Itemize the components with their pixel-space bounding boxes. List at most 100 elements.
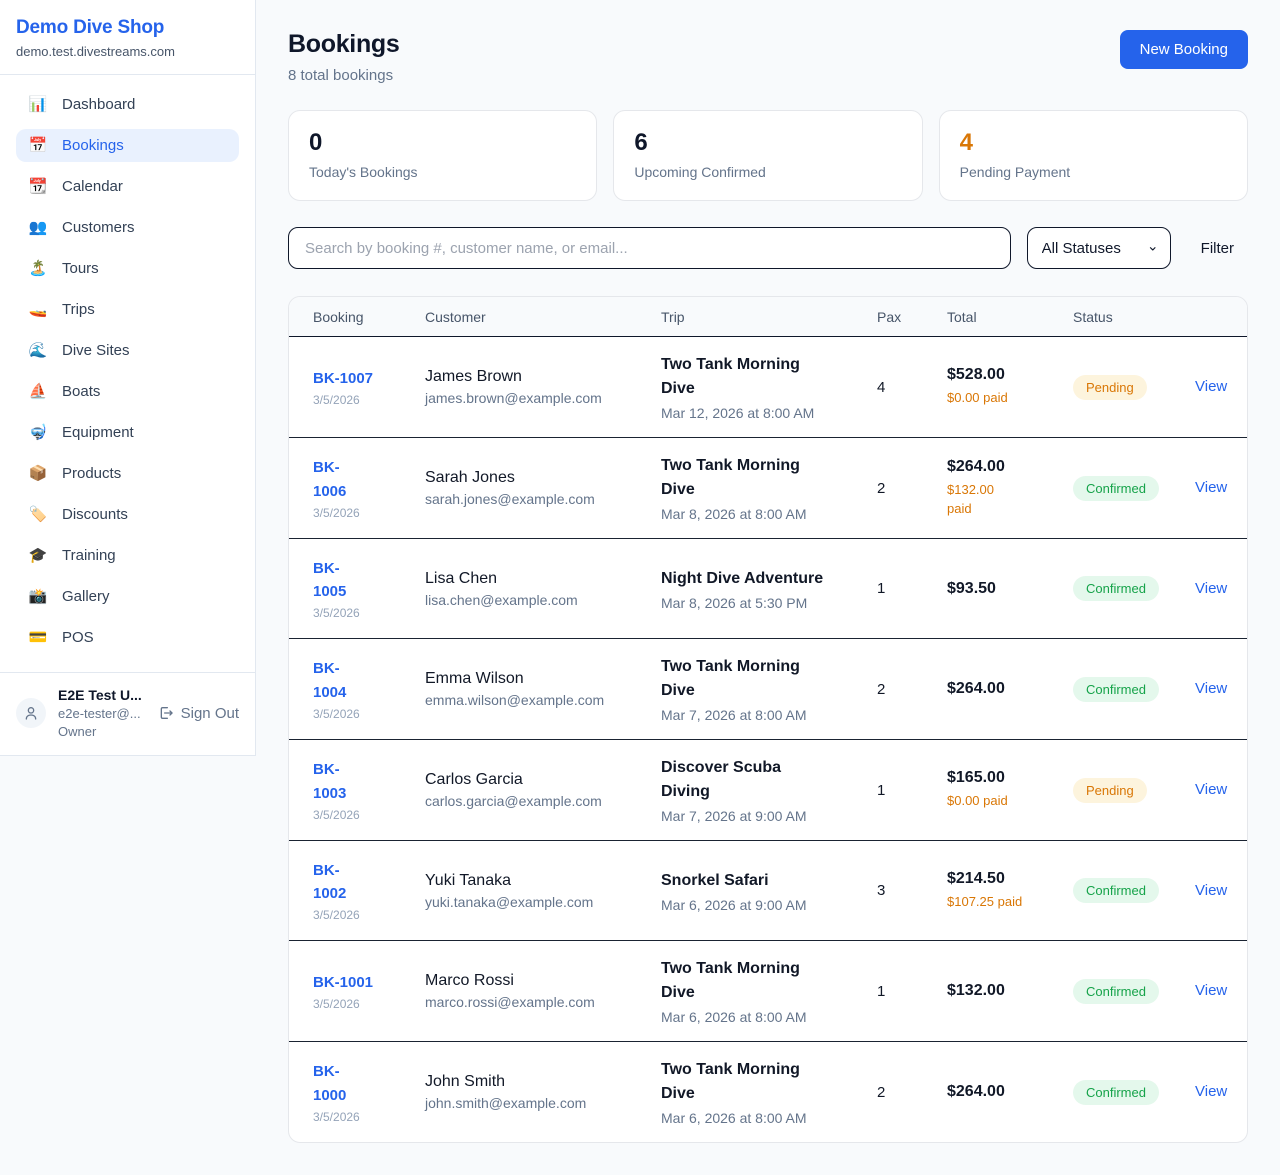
pax-count: 4 [877,379,947,396]
stat-card-upcoming-confirmed: 6 Upcoming Confirmed [613,110,922,201]
column-header-trip: Trip [661,309,877,325]
trip-cell: Two Tank Morning DiveMar 7, 2026 at 8:00… [661,655,877,723]
sidebar-item-training[interactable]: 🎓Training [16,539,239,572]
trip-datetime: Mar 12, 2026 at 8:00 AM [661,405,861,421]
sidebar-item-gallery[interactable]: 📸Gallery [16,580,239,613]
island-icon: 🏝️ [28,261,48,276]
tag-icon: 🏷️ [28,507,48,522]
paid-amount: $107.25 paid [947,892,1073,912]
sign-out-label: Sign Out [181,705,239,722]
calendar-icon: 📅 [28,138,48,153]
customer-email: carlos.garcia@example.com [425,793,661,809]
sidebar-header: Demo Dive Shop demo.test.divestreams.com [0,0,255,75]
total-cell: $528.00$0.00 paid [947,366,1073,408]
trip-cell: Discover Scuba DivingMar 7, 2026 at 9:00… [661,756,877,824]
graduation-cap-icon: 🎓 [28,548,48,563]
search-input[interactable] [288,227,1011,269]
booking-created-date: 3/5/2026 [313,606,425,620]
trip-name: Two Tank Morning Dive [661,957,861,1005]
sidebar-item-trips[interactable]: 🚤Trips [16,293,239,326]
status-cell: Confirmed [1073,677,1195,702]
customer-cell: Yuki Tanakayuki.tanaka@example.com [425,872,661,910]
view-link[interactable]: View [1195,479,1227,496]
stat-label: Upcoming Confirmed [634,164,901,180]
sidebar-item-customers[interactable]: 👥Customers [16,211,239,244]
view-link[interactable]: View [1195,580,1227,597]
booking-created-date: 3/5/2026 [313,997,425,1011]
page-header: Bookings 8 total bookings New Booking [288,30,1248,84]
paid-amount: $132.00 paid [947,480,1073,519]
sidebar-item-label: Dashboard [62,96,135,113]
customer-cell: James Brownjames.brown@example.com [425,368,661,406]
pax-count: 1 [877,782,947,799]
sidebar-item-calendar[interactable]: 📆Calendar [16,170,239,203]
booking-id-link[interactable]: BK-1007 [313,367,373,390]
booking-cell: BK- 10033/5/2026 [313,758,425,822]
sidebar-item-label: Bookings [62,137,124,154]
status-select-wrap: All Statuses [1027,227,1171,269]
sidebar-item-tours[interactable]: 🏝️Tours [16,252,239,285]
new-booking-button[interactable]: New Booking [1120,30,1248,69]
view-link[interactable]: View [1195,1083,1227,1100]
sidebar-item-dashboard[interactable]: 📊Dashboard [16,88,239,121]
view-link[interactable]: View [1195,378,1227,395]
shop-subdomain: demo.test.divestreams.com [16,44,239,59]
status-select[interactable]: All Statuses [1027,227,1171,269]
stat-card-pending-payment: 4 Pending Payment [939,110,1248,201]
sidebar-item-label: Boats [62,383,100,400]
sign-out-button[interactable]: Sign Out [158,705,239,722]
booking-id-link[interactable]: BK- 1003 [313,758,346,805]
view-link[interactable]: View [1195,982,1227,999]
pax-count: 3 [877,882,947,899]
actions-cell: View [1195,378,1227,396]
booking-cell: BK- 10023/5/2026 [313,859,425,923]
pax-count: 2 [877,681,947,698]
booking-id-link[interactable]: BK- 1004 [313,657,346,704]
sailboat-icon: ⛵ [28,384,48,399]
bookings-table: Booking Customer Trip Pax Total Status B… [288,296,1248,1143]
stat-label: Today's Bookings [309,164,576,180]
booking-id-link[interactable]: BK- 1005 [313,557,346,604]
sidebar-item-discounts[interactable]: 🏷️Discounts [16,498,239,531]
sidebar-item-bookings[interactable]: 📅 Bookings [16,129,239,162]
pax-count: 1 [877,580,947,597]
view-link[interactable]: View [1195,882,1227,899]
table-body: BK-1007 3/5/2026 James Brownjames.brown@ex… [289,337,1247,1142]
sidebar-user-footer: E2E Test U... e2e-tester@... Owner Sign … [0,672,255,755]
sidebar-item-products[interactable]: 📦Products [16,457,239,490]
page-title: Bookings [288,30,400,59]
filter-button[interactable]: Filter [1187,240,1248,257]
trip-datetime: Mar 8, 2026 at 5:30 PM [661,595,861,611]
page-subtitle: 8 total bookings [288,67,400,84]
column-header-status: Status [1073,309,1195,325]
booking-id-link[interactable]: BK-1001 [313,971,373,994]
customer-name: John Smith [425,1073,661,1091]
view-link[interactable]: View [1195,781,1227,798]
total-cell: $264.00$132.00 paid [947,458,1073,519]
sidebar-item-pos[interactable]: 💳POS [16,621,239,654]
total-amount: $264.00 [947,1083,1073,1101]
sidebar-item-dive-sites[interactable]: 🌊Dive Sites [16,334,239,367]
sidebar-item-label: POS [62,629,94,646]
view-link[interactable]: View [1195,680,1227,697]
customer-cell: Lisa Chenlisa.chen@example.com [425,570,661,608]
sidebar-item-label: Calendar [62,178,123,195]
user-info: E2E Test U... e2e-tester@... Owner [58,687,146,739]
table-row: BK- 10033/5/2026Carlos Garcia carlos.garc… [289,740,1247,841]
user-email: e2e-tester@... [58,706,146,721]
paid-amount: $0.00 paid [947,791,1073,811]
trip-cell: Night Dive AdventureMar 8, 2026 at 5:30 … [661,567,877,611]
column-header-booking: Booking [313,309,425,325]
pax-count: 2 [877,480,947,497]
total-cell: $165.00$0.00 paid [947,769,1073,811]
sidebar-item-equipment[interactable]: 🤿Equipment [16,416,239,449]
trip-cell: Two Tank Morning DiveMar 12, 2026 at 8:0… [661,353,877,421]
booking-id-link[interactable]: BK- 1000 [313,1060,346,1107]
sidebar-item-boats[interactable]: ⛵ Boats [16,375,239,408]
booking-id-link[interactable]: BK- 1002 [313,859,346,906]
customer-name: Carlos Garcia [425,771,661,789]
trip-name: Discover Scuba Diving [661,756,861,804]
sidebar-item-label: Equipment [62,424,134,441]
table-row: BK- 10003/5/2026John Smithjohn.smith@exa… [289,1042,1247,1142]
booking-id-link[interactable]: BK- 1006 [313,456,346,503]
